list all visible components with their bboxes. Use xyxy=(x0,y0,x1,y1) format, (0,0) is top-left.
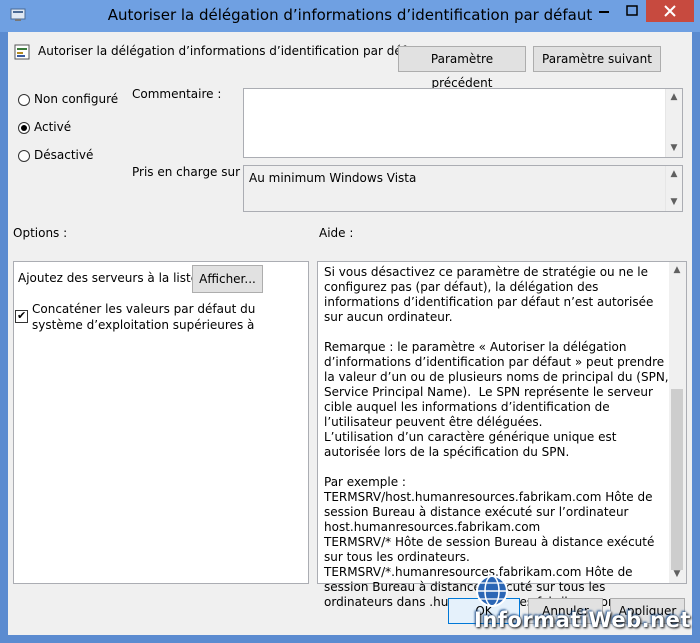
comment-textarea[interactable]: ▲ ▼ xyxy=(243,88,683,158)
scroll-thumb[interactable] xyxy=(671,389,683,570)
scroll-up-icon[interactable]: ▲ xyxy=(669,262,685,279)
radio-button[interactable] xyxy=(18,150,30,162)
scroll-up-icon[interactable]: ▲ xyxy=(666,166,682,183)
show-servers-button[interactable]: Afficher... xyxy=(192,265,263,293)
supported-on-value: Au minimum Windows Vista xyxy=(249,171,417,185)
scroll-down-icon[interactable]: ▼ xyxy=(669,566,685,583)
comment-scrollbar[interactable]: ▲ ▼ xyxy=(665,89,682,157)
close-button[interactable] xyxy=(646,0,694,22)
radio-button[interactable] xyxy=(18,94,30,106)
radio-label: Désactivé xyxy=(34,148,94,162)
supported-on-label: Pris en charge sur : xyxy=(132,165,248,179)
scroll-down-icon[interactable]: ▼ xyxy=(666,194,682,211)
title-bar[interactable]: Autoriser la délégation d’informations d… xyxy=(0,0,700,32)
scroll-down-icon[interactable]: ▼ xyxy=(666,140,682,157)
minimize-icon xyxy=(599,11,609,13)
radio-label: Non configuré xyxy=(34,92,119,106)
dialog-body: Autoriser la délégation d’informations d… xyxy=(8,32,692,635)
checkmark-icon: ✔ xyxy=(17,309,27,322)
previous-setting-button[interactable]: Paramètre précédent xyxy=(398,46,526,90)
watermark-logo: InformatiWeb.net xyxy=(474,608,691,632)
add-servers-label: Ajoutez des serveurs à la liste : xyxy=(18,271,206,285)
policy-setting-icon xyxy=(14,44,30,60)
maximize-icon xyxy=(626,5,638,16)
comment-label: Commentaire : xyxy=(132,87,222,101)
concat-checkbox[interactable]: ✔ xyxy=(15,309,28,323)
radio-label: Activé xyxy=(34,120,72,134)
close-icon xyxy=(664,5,676,17)
concat-label: Concaténer les valeurs par défaut du sys… xyxy=(32,302,256,332)
minimize-button[interactable] xyxy=(590,0,618,22)
scroll-up-icon[interactable]: ▲ xyxy=(666,89,682,106)
maximize-button[interactable] xyxy=(618,0,646,22)
next-setting-button[interactable]: Paramètre suivant xyxy=(533,46,661,72)
help-text: Si vous désactivez ce paramètre de strat… xyxy=(324,265,669,609)
policy-name: Autoriser la délégation d’informations d… xyxy=(38,44,426,58)
help-title: Aide : xyxy=(319,226,354,240)
supported-on-field: Au minimum Windows Vista ▲ ▼ xyxy=(243,165,683,212)
help-scrollbar[interactable]: ▲ ▼ xyxy=(669,262,686,583)
options-title: Options : xyxy=(13,226,68,240)
radio-button-selected[interactable] xyxy=(18,122,30,134)
watermark-globe-icon xyxy=(476,575,508,607)
supported-scrollbar[interactable]: ▲ ▼ xyxy=(665,166,682,211)
help-panel: Si vous désactivez ce paramètre de strat… xyxy=(317,261,687,609)
dialog-window: Autoriser la délégation d’informations d… xyxy=(0,0,700,643)
